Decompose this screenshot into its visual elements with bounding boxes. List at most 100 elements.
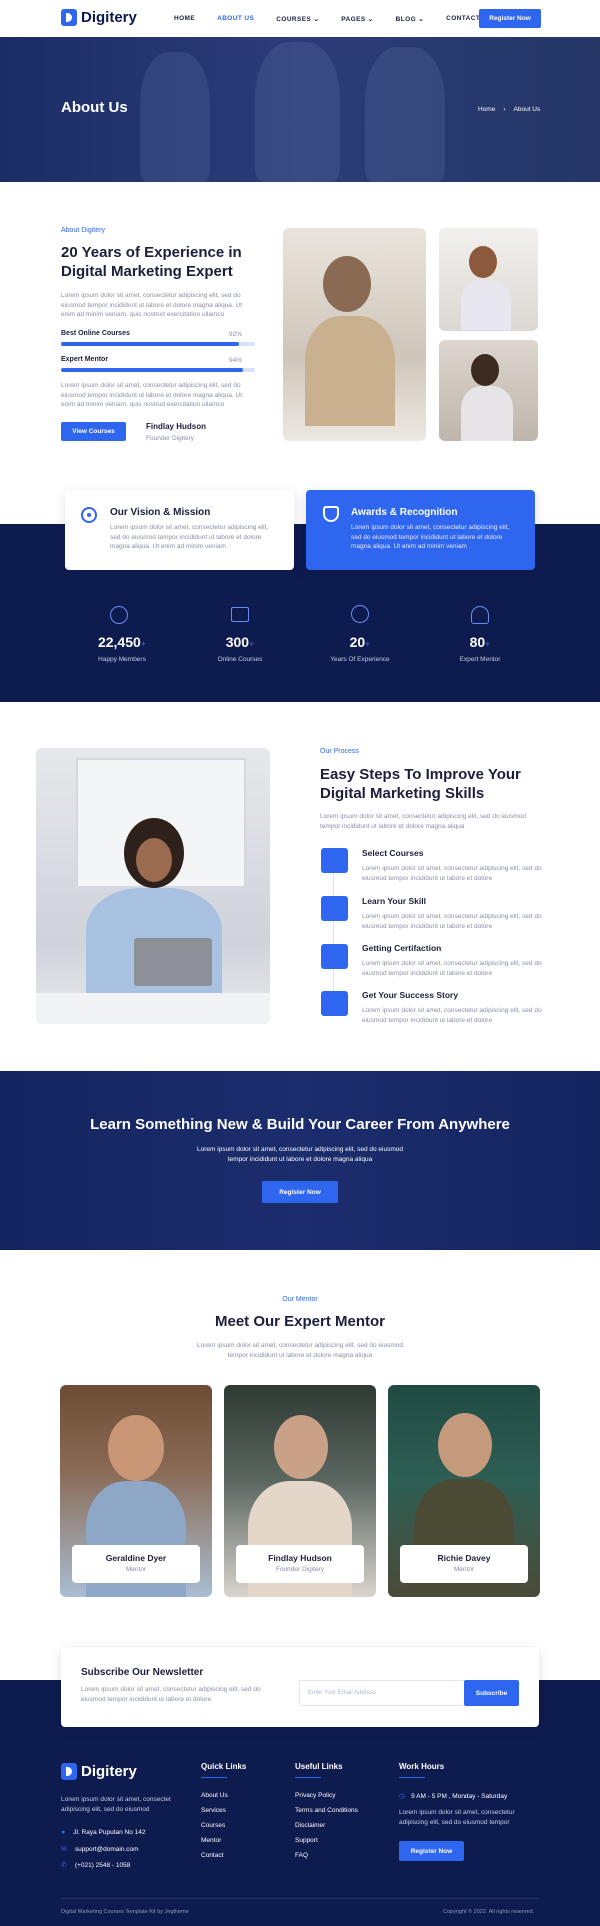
stat-number: 22,450+ xyxy=(92,634,152,652)
step-title: Learn Your Skill xyxy=(362,896,426,906)
courses-step-icon xyxy=(321,848,348,873)
footer-link-contact[interactable]: Contact xyxy=(201,1852,228,1859)
step-title: Get Your Success Story xyxy=(362,990,459,1000)
newsletter-title: Subscribe Our Newsletter xyxy=(81,1667,204,1678)
nav-item-about[interactable]: ABOUT US xyxy=(217,15,254,23)
step-title: Select Courses xyxy=(362,848,424,858)
process-eyebrow: Our Process xyxy=(320,748,359,755)
nav-item-courses[interactable]: COURSES ⌄ xyxy=(276,15,319,23)
footer-link-services[interactable]: Services xyxy=(201,1807,228,1814)
useful-links-title: Useful Links xyxy=(295,1762,343,1771)
logo-text: Digitery xyxy=(81,1763,137,1780)
mentor-role: Mentor xyxy=(125,1566,147,1573)
chevron-down-icon: ⌄ xyxy=(367,16,374,23)
footer-link-terms[interactable]: Terms and Conditions xyxy=(295,1807,358,1814)
footer-logo[interactable]: Digitery xyxy=(61,1763,137,1780)
nav-pages-label: PAGES xyxy=(341,16,366,23)
skill-value: 92% xyxy=(229,331,243,338)
view-courses-button[interactable]: View Courses xyxy=(61,422,126,441)
newsletter-card: Subscribe Our Newsletter Lorem ipsum dol… xyxy=(61,1647,539,1727)
logo[interactable]: Digitery xyxy=(61,9,137,26)
step-text: Lorem ipsum dolor sit amet, consectetur … xyxy=(362,913,542,930)
skill-label: Best Online Courses xyxy=(61,330,130,337)
breadcrumb-current: About Us xyxy=(513,106,541,113)
about-heading: 20 Years of Experience in Digital Market… xyxy=(61,244,242,280)
process-photo xyxy=(36,748,270,1024)
mentor-card[interactable]: Findlay Hudson Founder Digitery xyxy=(224,1385,376,1597)
progress-fill xyxy=(61,342,240,346)
footer-email[interactable]: ✉ support@domain.com xyxy=(61,1845,139,1854)
chevron-right-icon: › xyxy=(503,106,506,113)
nav-item-pages[interactable]: PAGES ⌄ xyxy=(341,15,373,23)
footer-about: Lorem ipsum dolor sit amet, consectet ad… xyxy=(61,1796,171,1813)
title-underline xyxy=(201,1777,227,1778)
stat-number: 20+ xyxy=(325,634,395,652)
stat-label: Years Of Experience xyxy=(330,656,390,663)
mentor-role: Founder Digitery xyxy=(275,1566,325,1573)
feature-card-highlight: Awards & Recognition Lorem ipsum dolor s… xyxy=(306,490,535,570)
nav-item-contact[interactable]: CONTACT xyxy=(446,15,480,23)
globe-icon xyxy=(110,606,128,624)
stat-value: 80 xyxy=(469,634,486,650)
footer-phone[interactable]: ✆ (+021) 2548 - 1058 xyxy=(61,1861,131,1870)
about-photo-main xyxy=(283,228,426,441)
mentor-role: Mentor xyxy=(453,1566,475,1573)
work-hours-title: Work Hours xyxy=(399,1762,445,1771)
logo-text: Digitery xyxy=(81,9,137,26)
feature-text: Lorem ipsum dolor sit amet, consectetur … xyxy=(351,524,510,550)
step-text: Lorem ipsum dolor sit amet, consectetur … xyxy=(362,960,542,977)
nav-blog-label: BLOG xyxy=(395,16,417,23)
email-input[interactable]: Enter Your Email Address xyxy=(299,1680,469,1706)
mentor-card[interactable]: Geraldine Dyer Mentor xyxy=(60,1385,212,1597)
breadcrumb-home[interactable]: Home xyxy=(478,106,495,113)
mentor-name: Geraldine Dyer xyxy=(105,1553,167,1563)
mentor-eyebrow: Our Mentor xyxy=(282,1296,318,1303)
stat-label: Happy Members xyxy=(98,656,146,663)
mail-icon: ✉ xyxy=(61,1846,67,1853)
stat-number: 80+ xyxy=(450,634,510,652)
feature-card: Our Vision & Mission Lorem ipsum dolor s… xyxy=(65,490,294,570)
footer-link-about[interactable]: About Us xyxy=(201,1792,228,1799)
hero-photo-person xyxy=(140,52,210,182)
footer-link-mentor[interactable]: Mentor xyxy=(201,1837,228,1844)
chevron-down-icon: ⌄ xyxy=(418,16,425,23)
cta-register-button[interactable]: Register Now xyxy=(262,1181,338,1203)
about-text: Lorem ipsum dolor sit amet, consectetur … xyxy=(61,292,243,318)
title-underline xyxy=(295,1777,321,1778)
quick-links-title: Quick Links xyxy=(201,1762,247,1771)
founder-role: Founder Digitery xyxy=(146,435,195,442)
clock-icon: ◷ xyxy=(399,1793,406,1800)
register-button[interactable]: Register Now xyxy=(479,9,541,28)
phone-text: (+021) 2548 - 1058 xyxy=(74,1861,131,1869)
mentor-name: Findlay Hudson xyxy=(268,1553,332,1563)
phone-icon: ✆ xyxy=(61,1862,67,1869)
nav-item-blog[interactable]: BLOG ⌄ xyxy=(396,15,424,23)
certificate-step-icon xyxy=(321,944,348,969)
footer-link-disclaimer[interactable]: Disclaimer xyxy=(295,1822,358,1829)
email-placeholder: Enter Your Email Address xyxy=(308,1690,377,1696)
footer-link-privacy[interactable]: Privacy Policy xyxy=(295,1792,358,1799)
skill-value: 94% xyxy=(229,357,243,364)
progress-fill xyxy=(61,368,244,372)
footer-link-courses[interactable]: Courses xyxy=(201,1822,228,1829)
mentor-card[interactable]: Richie Davey Mentor xyxy=(388,1385,540,1597)
stat-label: Online Courses xyxy=(217,656,263,663)
nav-item-home[interactable]: HOME xyxy=(174,15,195,23)
footer-link-support[interactable]: Support xyxy=(295,1837,358,1844)
founder-name: Findlay Hudson xyxy=(146,422,206,431)
stat-plus: + xyxy=(365,639,371,649)
about-text-2: Lorem ipsum dolor sit amet, consectetur … xyxy=(61,382,243,408)
newsletter-text: Lorem ipsum dolor sit amet, consectetur … xyxy=(81,1686,261,1703)
subscribe-button[interactable]: Subscribe xyxy=(464,1680,519,1706)
book-icon xyxy=(231,607,249,622)
about-photo-bottom xyxy=(439,340,538,441)
footer-register-button[interactable]: Register Now xyxy=(399,1841,464,1861)
footer-copyright: Copyright © 2022. All rights reserved. xyxy=(443,1909,535,1915)
footer-link-faq[interactable]: FAQ xyxy=(295,1852,358,1859)
mentor-nameplate: Geraldine Dyer Mentor xyxy=(72,1545,200,1583)
quick-links: About Us Services Courses Mentor Contact xyxy=(201,1792,228,1859)
stat-value: 22,450 xyxy=(97,634,141,650)
step-connector xyxy=(333,860,334,1005)
footer-address: ● Jl. Raya Puputan No 142 xyxy=(61,1829,146,1836)
target-icon xyxy=(81,507,97,523)
